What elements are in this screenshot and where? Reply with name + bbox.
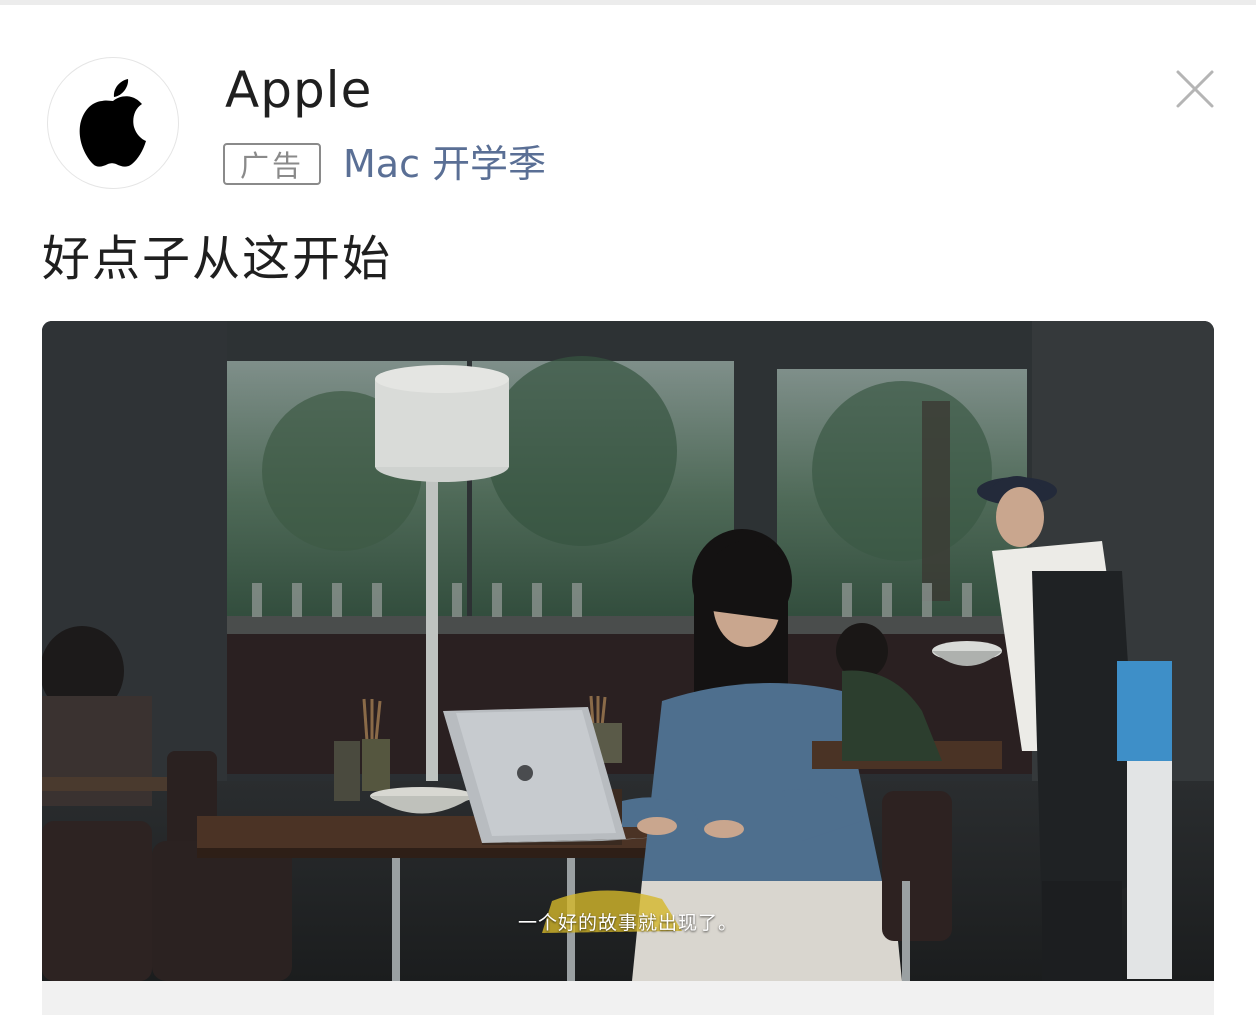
ad-badge: 广告: [223, 143, 321, 185]
apple-logo-icon: [79, 79, 146, 167]
brand-name[interactable]: Apple: [225, 58, 372, 122]
video-subtitle: 一个好的故事就出现了。: [517, 912, 738, 934]
brand-avatar[interactable]: [47, 57, 179, 189]
close-button[interactable]: [1172, 66, 1218, 112]
top-divider: [0, 0, 1256, 5]
video-footer-bar: [42, 981, 1214, 1015]
close-icon: [1176, 70, 1214, 108]
campaign-link[interactable]: Mac 开学季: [343, 137, 546, 191]
video-frame: [42, 321, 1214, 981]
ad-headline: 好点子从这开始: [42, 231, 393, 287]
video-player[interactable]: 一个好的故事就出现了。: [42, 321, 1214, 981]
